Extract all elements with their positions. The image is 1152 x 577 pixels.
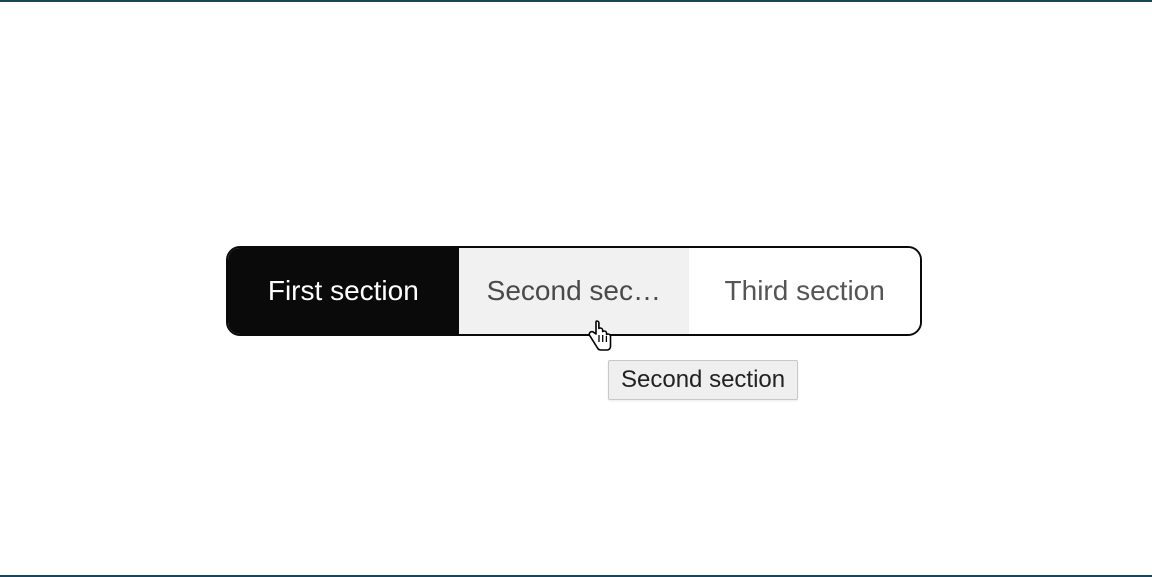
segment-label: First section [256, 275, 431, 307]
segment-first-section[interactable]: First section [228, 248, 459, 334]
tooltip: Second section [608, 360, 798, 400]
tooltip-text: Second section [621, 366, 785, 393]
segment-label: Third section [717, 275, 892, 307]
segmented-control: First section Second sect... Third secti… [226, 246, 922, 336]
segment-label: Second sect... [487, 275, 662, 307]
segment-second-section[interactable]: Second sect... [459, 248, 690, 334]
segment-third-section[interactable]: Third section [689, 248, 920, 334]
